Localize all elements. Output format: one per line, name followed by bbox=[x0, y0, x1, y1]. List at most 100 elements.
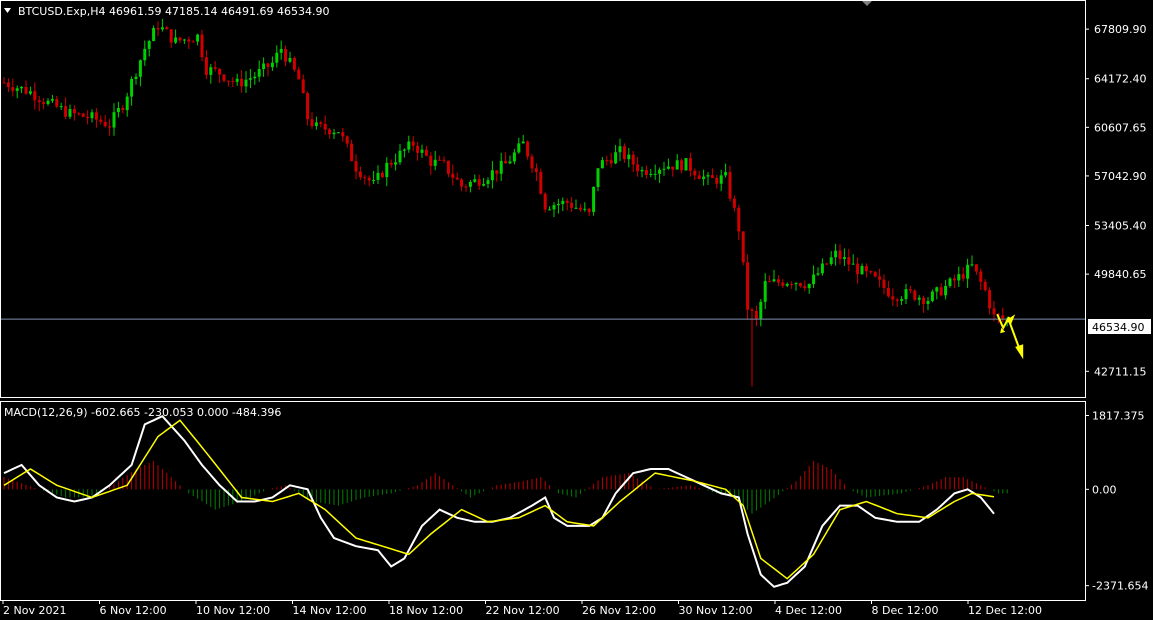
candle-body bbox=[970, 264, 974, 266]
candle-body bbox=[389, 162, 393, 165]
price-tick-label: 53405.40 bbox=[1094, 220, 1147, 233]
candle-body bbox=[310, 119, 314, 126]
candle-body bbox=[292, 58, 296, 70]
candle-body bbox=[77, 113, 81, 115]
candle-body bbox=[873, 272, 877, 277]
price-tick-label: 60607.65 bbox=[1094, 121, 1147, 134]
candle-body bbox=[442, 159, 446, 161]
candle-body bbox=[662, 168, 666, 170]
price-tick-label: 67809.90 bbox=[1094, 23, 1147, 36]
candle-body bbox=[697, 175, 701, 180]
candle-body bbox=[534, 168, 538, 173]
candle-body bbox=[684, 158, 688, 171]
candle-body bbox=[675, 160, 679, 170]
arrow-head bbox=[1015, 344, 1024, 360]
candle-body bbox=[548, 209, 552, 211]
macd-main-line bbox=[3, 414, 995, 588]
candle-body bbox=[367, 177, 371, 181]
candle-body bbox=[28, 91, 32, 94]
candle-body bbox=[169, 29, 173, 43]
candle-body bbox=[702, 176, 706, 180]
candle-body bbox=[336, 132, 340, 134]
candle-body bbox=[666, 166, 670, 169]
candle-body bbox=[605, 160, 609, 162]
time-tick-label: 14 Nov 12:00 bbox=[293, 604, 367, 617]
candle-body bbox=[908, 289, 912, 291]
candle-body bbox=[763, 281, 767, 302]
candle-body bbox=[213, 67, 217, 69]
candle-body bbox=[930, 291, 934, 301]
macd-tick-label: -2371.654 bbox=[1092, 580, 1148, 593]
candle-body bbox=[301, 79, 305, 94]
candle-body bbox=[724, 172, 728, 176]
candle-body bbox=[834, 250, 838, 258]
candle-body bbox=[196, 34, 200, 42]
candle-body bbox=[174, 37, 178, 43]
candle-body bbox=[72, 109, 76, 114]
candle-body bbox=[477, 179, 481, 186]
candle-body bbox=[622, 146, 626, 160]
chart-canvas[interactable]: 67809.90 64172.40 60607.65 57042.90 53405.40… bbox=[0, 0, 1153, 620]
candle-body bbox=[20, 86, 24, 89]
candle-body bbox=[649, 173, 653, 175]
candle-body bbox=[578, 207, 582, 210]
candle-body bbox=[710, 175, 714, 178]
candle-body bbox=[402, 149, 406, 151]
candle-body bbox=[719, 175, 723, 184]
candle-body bbox=[895, 299, 899, 301]
candle-body bbox=[988, 290, 992, 309]
candle-body bbox=[640, 169, 644, 172]
candle-body bbox=[609, 160, 613, 164]
candle-body bbox=[222, 74, 226, 81]
candle-body bbox=[275, 52, 279, 63]
candle-body bbox=[200, 34, 204, 58]
price-tick-label: 49840.65 bbox=[1094, 268, 1147, 281]
candle-body bbox=[328, 129, 332, 135]
candle-body bbox=[438, 159, 442, 161]
candle-body bbox=[108, 126, 112, 128]
signal-arrows bbox=[996, 313, 1024, 360]
candle-body bbox=[979, 271, 983, 282]
candle-body bbox=[187, 39, 191, 42]
candle-body bbox=[323, 123, 327, 130]
candle-body bbox=[838, 250, 842, 259]
candle-body bbox=[156, 28, 160, 30]
candle-body bbox=[385, 162, 389, 178]
candle-body bbox=[394, 162, 398, 165]
candles-layer bbox=[2, 19, 1009, 387]
candle-body bbox=[974, 264, 978, 272]
candle-body bbox=[253, 76, 257, 79]
candle-body bbox=[939, 287, 943, 296]
candle-body bbox=[226, 80, 230, 82]
candle-body bbox=[922, 297, 926, 304]
candle-body bbox=[917, 297, 921, 300]
candle-body bbox=[380, 172, 384, 178]
candle-body bbox=[433, 159, 437, 166]
candle-body bbox=[776, 279, 780, 283]
candle-body bbox=[741, 231, 745, 263]
candle-body bbox=[878, 276, 882, 280]
candle-body bbox=[798, 283, 802, 287]
candle-body bbox=[812, 274, 816, 285]
candle-body bbox=[42, 102, 46, 104]
shift-marker-icon[interactable] bbox=[862, 1, 872, 6]
candle-body bbox=[957, 274, 961, 281]
time-tick-label: 8 Dec 12:00 bbox=[872, 604, 939, 617]
candle-body bbox=[706, 175, 710, 177]
candle-body bbox=[803, 286, 807, 289]
candle-body bbox=[99, 119, 103, 122]
candle-body bbox=[807, 284, 811, 289]
candle-body bbox=[530, 156, 534, 169]
candle-body bbox=[512, 152, 516, 162]
candle-body bbox=[451, 173, 455, 178]
menu-triangle-icon[interactable] bbox=[4, 8, 11, 13]
candle-body bbox=[37, 100, 41, 103]
candle-body bbox=[574, 207, 578, 209]
candle-body bbox=[587, 208, 591, 212]
candle-body bbox=[130, 78, 134, 97]
candle-body bbox=[460, 179, 464, 187]
candle-body bbox=[499, 160, 503, 174]
candle-body bbox=[86, 116, 90, 119]
time-tick-label: 18 Nov 12:00 bbox=[389, 604, 463, 617]
candle-body bbox=[266, 63, 270, 68]
